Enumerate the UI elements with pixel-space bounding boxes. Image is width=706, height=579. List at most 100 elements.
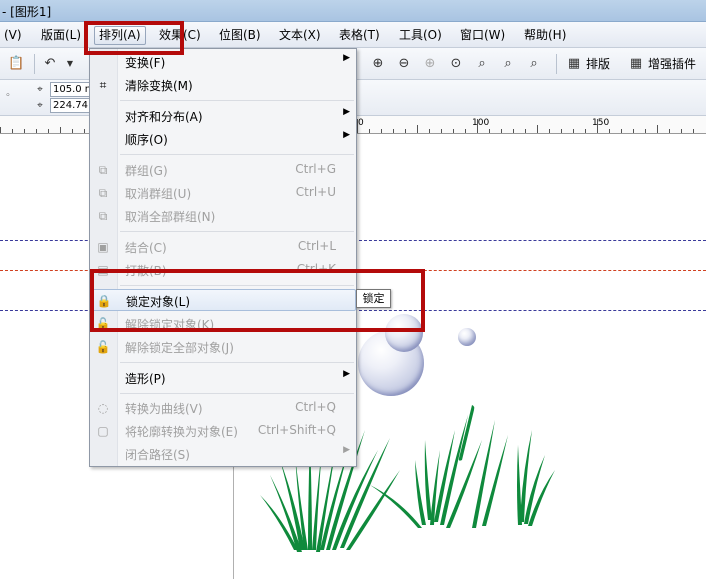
ruler-tick: [381, 129, 382, 133]
ruler-tick: [441, 129, 442, 133]
menu-item-shaping[interactable]: 造形(P) ▶: [90, 367, 356, 389]
submenu-arrow-icon: ▶: [343, 53, 350, 63]
menu-item-label: 解除锁定对象(K): [125, 318, 215, 332]
menu-item-label: 闭合路径(S): [125, 448, 190, 462]
menu-item-label: 顺序(O): [125, 133, 168, 147]
lock-icon: 🔒: [96, 294, 112, 308]
node-icon: ◦: [5, 91, 11, 101]
ruler-tick: [369, 129, 370, 133]
menu-separator: [120, 285, 354, 286]
zoom-page-icon[interactable]: ⌕: [474, 56, 490, 72]
ruler-label: 150: [592, 118, 610, 128]
menu-help[interactable]: 帮助(H): [520, 26, 570, 45]
menu-item-label: 锁定对象(L): [126, 295, 191, 309]
menu-bar: (V) 版面(L) 排列(A) 效果(C) 位图(B) 文本(X) 表格(T) …: [0, 22, 706, 48]
menu-item-label: 清除变换(M): [125, 79, 193, 93]
y-position-field[interactable]: 224.74: [50, 98, 92, 113]
menu-item-shortcut: Ctrl+L: [297, 239, 336, 253]
zoom-all-icon[interactable]: ⊙: [448, 56, 464, 72]
menu-item-close-path[interactable]: 闭合路径(S) ▶: [90, 443, 356, 465]
bubble-small[interactable]: [458, 328, 476, 346]
menu-item-align-distribute[interactable]: 对齐和分布(A) ▶: [90, 105, 356, 127]
unlock-all-icon: 🔓: [95, 340, 111, 354]
ruler-tick: [24, 129, 25, 133]
menu-separator: [120, 362, 354, 363]
x-position-field[interactable]: 105.0 m: [50, 82, 92, 97]
submenu-arrow-icon: ▶: [343, 107, 350, 117]
menu-item-ungroup-all[interactable]: ⧉ 取消全部群组(N): [90, 205, 356, 227]
menu-table[interactable]: 表格(T): [335, 26, 384, 45]
menu-item-clear-transform[interactable]: ⌗ 清除变换(M): [90, 74, 356, 96]
toolbar-separator: [34, 54, 35, 74]
ruler-tick: [549, 129, 550, 133]
menu-item-label: 取消群组(U): [125, 187, 192, 201]
menu-item-outline-to-object[interactable]: ▢ 将轮廓转换为对象(E) Ctrl+Shift+Q: [90, 420, 356, 442]
menu-effects[interactable]: 效果(C): [155, 26, 205, 45]
zoom-selected-icon[interactable]: ⊕: [422, 56, 438, 72]
ruler-tick: [417, 125, 418, 133]
menu-view[interactable]: (V): [0, 26, 26, 45]
menu-bitmaps[interactable]: 位图(B): [215, 26, 265, 45]
ruler-tick: [489, 129, 490, 133]
tooltip: 锁定: [356, 289, 391, 308]
menu-item-unlock-object[interactable]: 🔓 解除锁定对象(K): [90, 313, 356, 335]
menu-item-lock-object[interactable]: 🔒 锁定对象(L): [90, 289, 356, 311]
menu-item-label: 将轮廓转换为对象(E): [125, 425, 238, 439]
menu-item-label: 解除锁定全部对象(J): [125, 341, 234, 355]
menu-item-unlock-all[interactable]: 🔓 解除锁定全部对象(J): [90, 336, 356, 358]
menu-item-group[interactable]: ⧉ 群组(G) Ctrl+G: [90, 159, 356, 181]
ruler-tick: [633, 129, 634, 133]
ruler-tick: [12, 129, 13, 133]
clear-transform-icon: ⌗: [99, 78, 107, 92]
menu-item-combine[interactable]: ▣ 结合(C) Ctrl+L: [90, 236, 356, 258]
submenu-arrow-icon: ▶: [343, 369, 350, 379]
layout-button[interactable]: 排版: [586, 56, 610, 72]
menu-item-label: 造形(P): [125, 372, 166, 386]
zoom-height-icon[interactable]: ⌕: [526, 56, 542, 72]
menu-tools[interactable]: 工具(O): [395, 26, 446, 45]
menu-layout[interactable]: 版面(L): [37, 26, 85, 45]
window-title: - [图形1]: [2, 5, 52, 19]
menu-item-label: 对齐和分布(A): [125, 110, 203, 124]
ruler-label: 0: [358, 118, 364, 128]
menu-text[interactable]: 文本(X): [275, 26, 325, 45]
convert-curves-icon: ◌: [97, 401, 109, 415]
ruler-tick: [681, 129, 682, 133]
undo-dropdown-icon[interactable]: ▼: [62, 56, 78, 72]
submenu-arrow-icon: ▶: [343, 445, 350, 455]
ruler-tick: [561, 129, 562, 133]
bubble-medium[interactable]: [385, 314, 423, 352]
menu-item-break-apart[interactable]: ▤ 打散(B) Ctrl+K: [90, 259, 356, 281]
menu-item-shortcut: Ctrl+G: [295, 162, 336, 176]
y-position-icon: ⌖: [37, 100, 43, 111]
ruler-tick: [48, 129, 49, 133]
zoom-in-icon[interactable]: ⊕: [370, 56, 386, 72]
ungroup-icon: ⧉: [98, 186, 108, 200]
ruler-tick: [72, 129, 73, 133]
menu-separator: [120, 100, 354, 101]
layout-icon[interactable]: ▦: [566, 56, 582, 72]
menu-item-label: 取消全部群组(N): [125, 210, 216, 224]
paste-icon[interactable]: 📋: [8, 56, 24, 72]
menu-item-shortcut: Ctrl+U: [295, 185, 336, 199]
toolbar-separator: [556, 54, 557, 74]
menu-arrange[interactable]: 排列(A): [94, 26, 146, 45]
menu-item-label: 群组(G): [125, 164, 168, 178]
plugin-button[interactable]: 增强插件: [648, 56, 696, 72]
menu-item-convert-to-curves[interactable]: ◌ 转换为曲线(V) Ctrl+Q: [90, 397, 356, 419]
zoom-out-icon[interactable]: ⊖: [396, 56, 412, 72]
menu-item-label: 转换为曲线(V): [125, 402, 203, 416]
zoom-width-icon[interactable]: ⌕: [500, 56, 516, 72]
menu-window[interactable]: 窗口(W): [456, 26, 509, 45]
ruler-tick: [645, 129, 646, 133]
ruler-tick: [36, 129, 37, 133]
ungroup-all-icon: ⧉: [98, 209, 108, 223]
menu-item-label: 打散(B): [125, 264, 167, 278]
ruler-tick: [657, 125, 658, 133]
ruler-tick: [609, 129, 610, 133]
undo-icon[interactable]: ↶: [42, 56, 58, 72]
menu-item-order[interactable]: 顺序(O) ▶: [90, 128, 356, 150]
menu-item-ungroup[interactable]: ⧉ 取消群组(U) Ctrl+U: [90, 182, 356, 204]
menu-item-transform[interactable]: 变换(F) ▶: [90, 51, 356, 73]
plugin-icon[interactable]: ▦: [628, 56, 644, 72]
